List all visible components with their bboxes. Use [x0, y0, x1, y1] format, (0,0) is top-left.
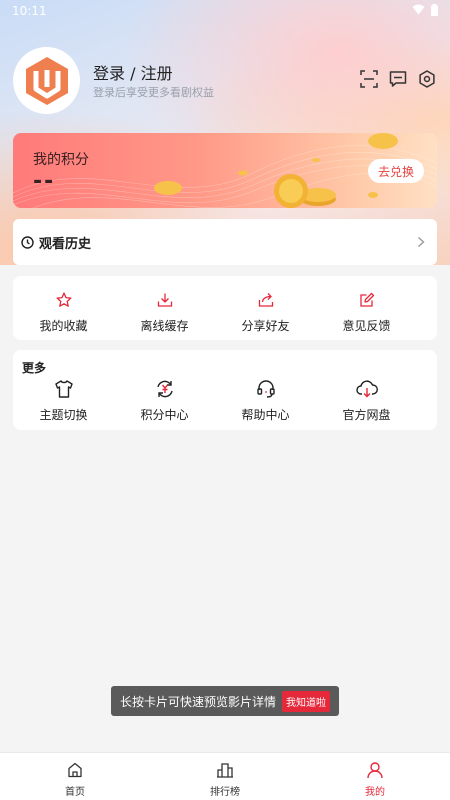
settings-icon[interactable] [418, 70, 436, 88]
offline-cache-label: 离线缓存 [140, 319, 189, 333]
login-register-link[interactable]: 登录 / 注册 [93, 60, 173, 84]
points-label: 我的积分 [33, 152, 89, 168]
login-subtitle: 登录后享受更多看剧权益 [93, 86, 214, 99]
share-friends-label: 分享好友 [241, 319, 290, 333]
toast-dismiss-button[interactable]: 我知道啦 [282, 690, 330, 712]
avatar[interactable] [13, 47, 80, 114]
more-section-title: 更多 [22, 361, 47, 375]
app-logo-icon [25, 56, 68, 105]
nav-ranking[interactable]: 排行榜 [150, 753, 300, 800]
download-icon [154, 289, 176, 311]
watch-history-row[interactable]: 观看历史 [13, 219, 437, 265]
points-center-label: 积分中心 [140, 408, 189, 422]
points-center-icon [154, 378, 176, 400]
feedback-icon [356, 289, 378, 311]
more-card: 更多 主题切换 积分中心 帮助中心 官方网盘 [13, 350, 437, 430]
nav-home[interactable]: 首页 [0, 753, 150, 800]
tshirt-icon [53, 378, 75, 400]
status-bar: 10:11 [0, 0, 450, 22]
official-netdisk-button[interactable]: 官方网盘 [316, 378, 417, 423]
watch-history-label: 观看历史 [39, 236, 92, 252]
nav-home-label: 首页 [65, 787, 85, 798]
bottom-navigation: 首页 排行榜 我的 [0, 752, 450, 800]
feedback-button[interactable]: 意见反馈 [316, 289, 417, 334]
toast-message: 长按卡片可快速预览影片详情 [119, 694, 276, 709]
clock-icon [21, 235, 34, 249]
theme-switch-label: 主题切换 [39, 408, 88, 422]
headset-icon [255, 378, 277, 400]
help-center-label: 帮助中心 [241, 408, 290, 422]
theme-switch-button[interactable]: 主题切换 [13, 378, 114, 423]
star-icon [53, 289, 75, 311]
cloud-download-icon [355, 378, 378, 400]
user-icon [366, 761, 384, 779]
favorites-button[interactable]: 我的收藏 [13, 289, 114, 334]
points-value: -- [33, 169, 56, 194]
scan-icon[interactable] [360, 70, 378, 88]
chevron-right-icon [417, 236, 425, 248]
official-netdisk-label: 官方网盘 [342, 408, 391, 422]
feedback-label: 意见反馈 [342, 319, 391, 333]
nav-ranking-label: 排行榜 [210, 787, 240, 798]
wifi-icon [412, 4, 425, 18]
help-center-button[interactable]: 帮助中心 [215, 378, 316, 423]
actions-card: 我的收藏 离线缓存 分享好友 意见反馈 [13, 276, 437, 340]
share-icon [255, 289, 277, 311]
points-card[interactable]: 我的积分 -- 去兑换 [13, 133, 437, 208]
tip-toast: 长按卡片可快速预览影片详情 我知道啦 [111, 686, 339, 716]
status-time: 10:11 [12, 4, 47, 18]
message-icon[interactable] [389, 70, 407, 88]
nav-mine[interactable]: 我的 [300, 753, 450, 800]
points-center-button[interactable]: 积分中心 [114, 378, 215, 423]
offline-cache-button[interactable]: 离线缓存 [114, 289, 215, 334]
share-friends-button[interactable]: 分享好友 [215, 289, 316, 334]
home-icon [66, 761, 84, 779]
nav-mine-label: 我的 [365, 787, 385, 798]
ranking-icon [216, 761, 234, 779]
battery-icon [431, 3, 438, 19]
exchange-button[interactable]: 去兑换 [368, 159, 424, 183]
favorites-label: 我的收藏 [39, 319, 88, 333]
